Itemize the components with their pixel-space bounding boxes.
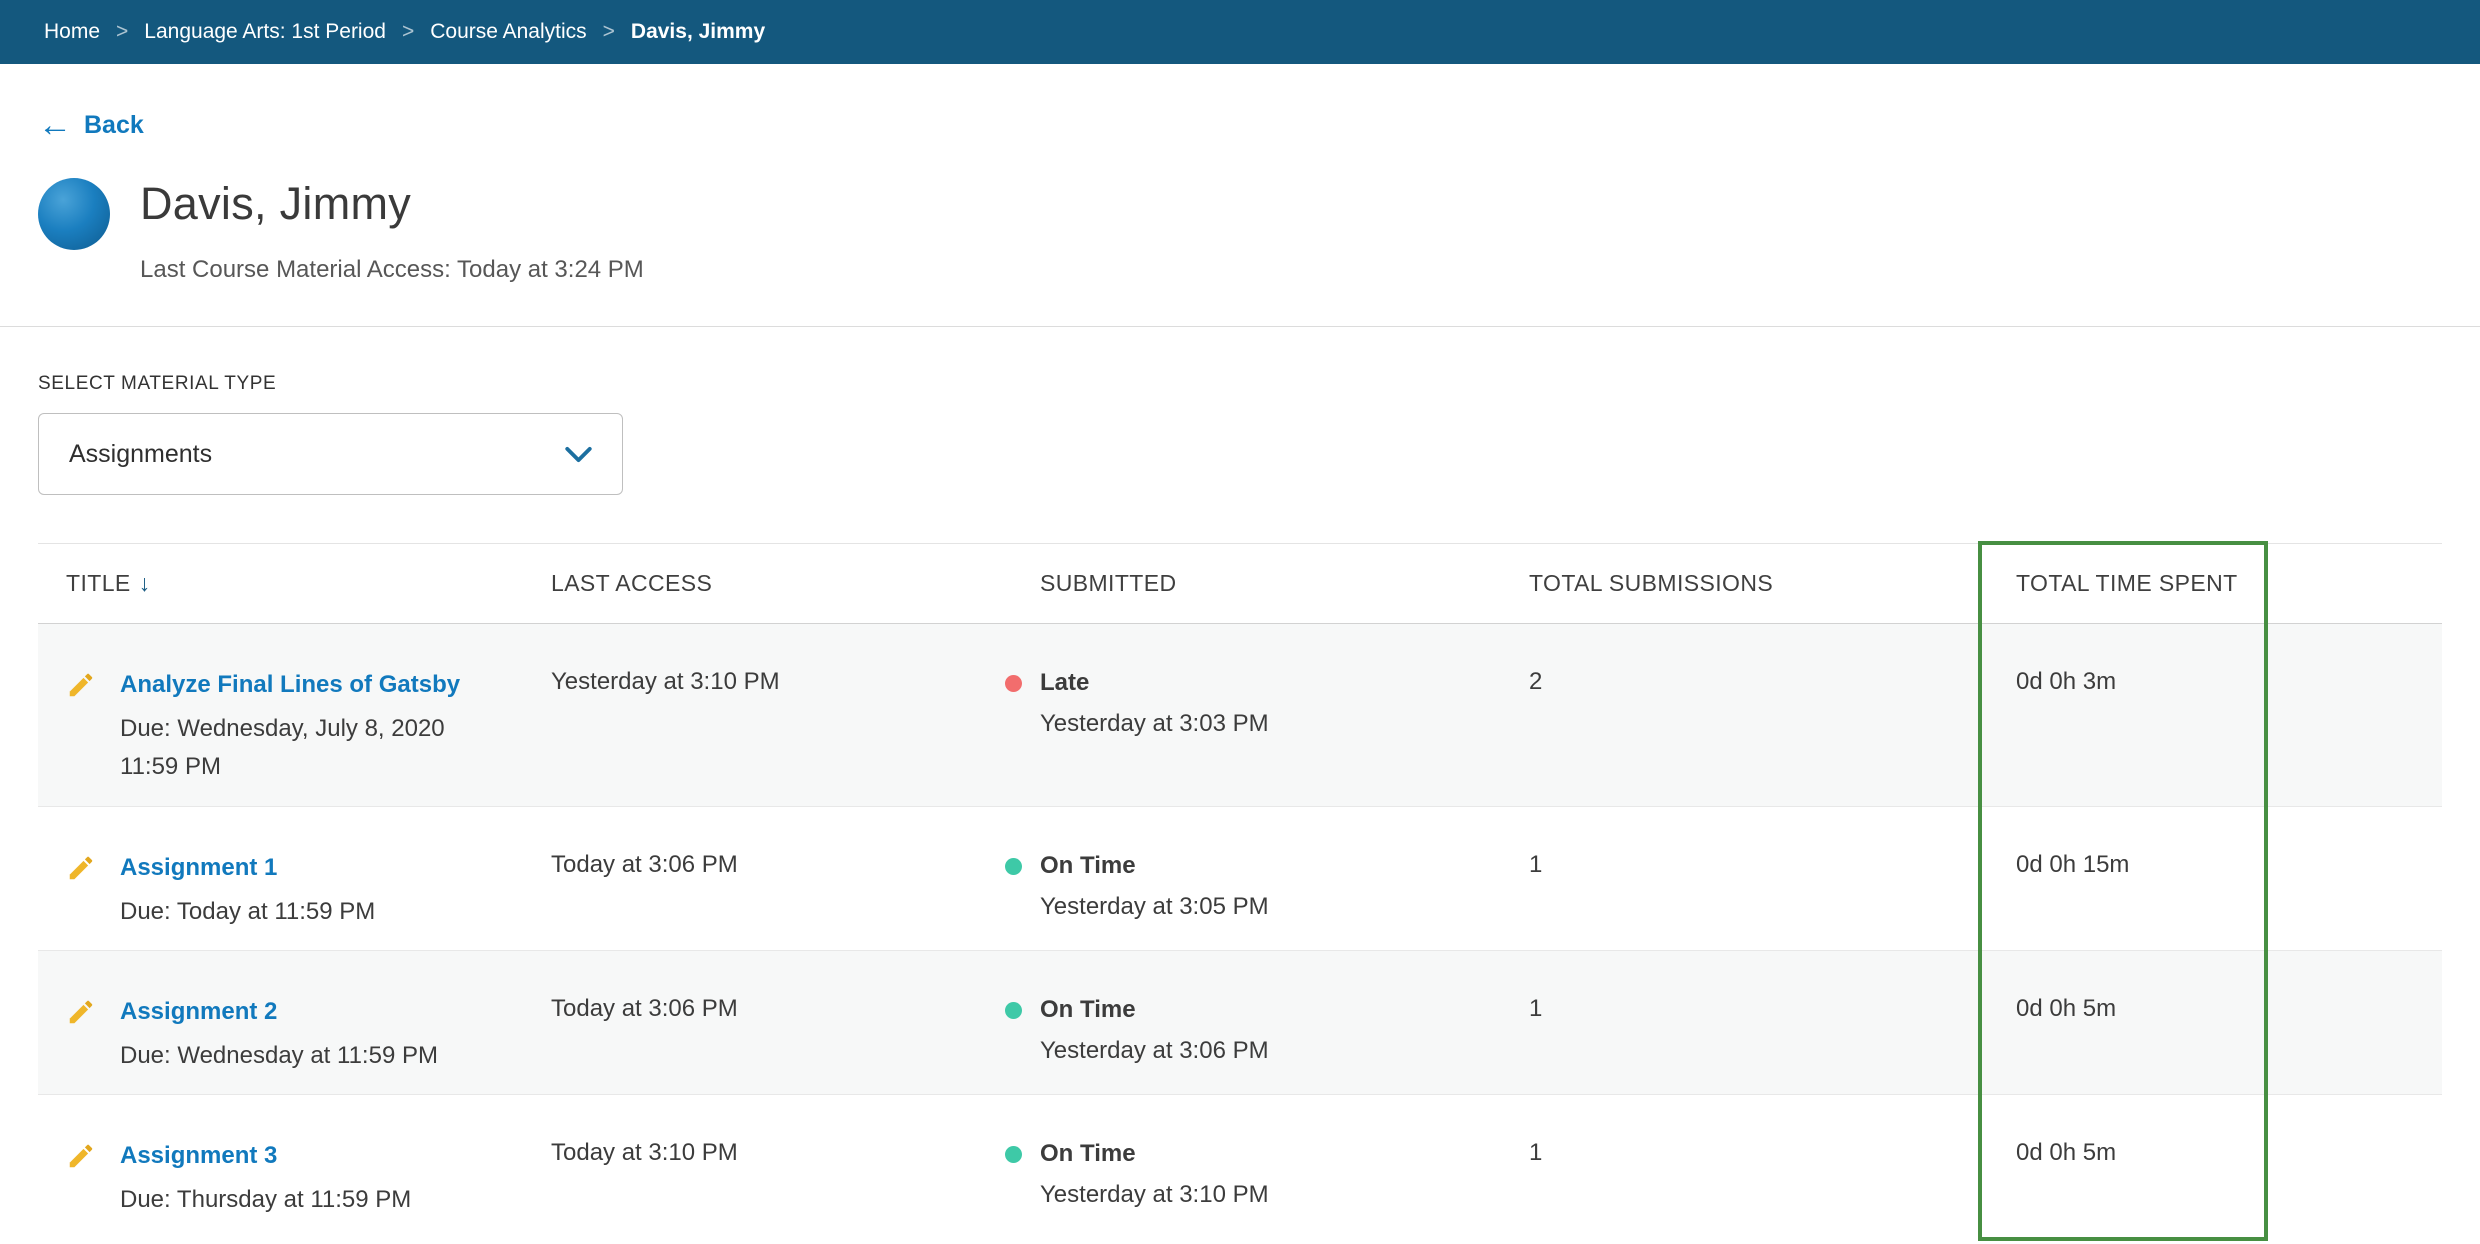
student-analytics-page: Home > Language Arts: 1st Period > Cours… bbox=[0, 0, 2480, 1244]
total-time-spent-value: 0d 0h 5m bbox=[2016, 1139, 2442, 1238]
sort-descending-icon: ↓ bbox=[139, 570, 151, 596]
status-label: On Time bbox=[1040, 995, 1269, 1025]
status-dot-on-time bbox=[1005, 1146, 1022, 1163]
assignment-link[interactable]: Assignment 3 bbox=[120, 1139, 277, 1173]
due-date: Due: Today at 11:59 PM bbox=[120, 893, 490, 931]
assignment-pencil-icon bbox=[66, 853, 100, 890]
last-access-value: Today at 3:06 PM bbox=[551, 851, 1040, 950]
last-access-value: Today at 3:10 PM bbox=[551, 1139, 1040, 1238]
back-label: Back bbox=[84, 111, 144, 140]
assignment-link[interactable]: Assignment 2 bbox=[120, 995, 277, 1029]
breadcrumb-current-student: Davis, Jimmy bbox=[631, 20, 765, 44]
column-header-last-access[interactable]: LAST ACCESS bbox=[551, 570, 1040, 597]
table-header-row: TITLE↓ LAST ACCESS SUBMITTED TOTAL SUBMI… bbox=[38, 544, 2442, 624]
status-dot-late bbox=[1005, 675, 1022, 692]
column-header-total-submissions[interactable]: TOTAL SUBMISSIONS bbox=[1529, 570, 2016, 597]
total-submissions-value: 1 bbox=[1529, 851, 2016, 950]
column-header-total-time-spent[interactable]: TOTAL TIME SPENT bbox=[2016, 570, 2442, 597]
breadcrumb-course[interactable]: Language Arts: 1st Period bbox=[144, 20, 386, 44]
page-title-student-name: Davis, Jimmy bbox=[140, 178, 644, 230]
assignment-pencil-icon bbox=[66, 670, 100, 707]
last-access-value: Yesterday at 3:10 PM bbox=[551, 668, 1040, 806]
table-row: Analyze Final Lines of Gatsby Due: Wedne… bbox=[38, 624, 2442, 806]
submitted-time: Yesterday at 3:06 PM bbox=[1040, 1037, 1269, 1065]
table-row: Assignment 2 Due: Wednesday at 11:59 PM … bbox=[38, 950, 2442, 1094]
table-row: Assignment 3 Due: Thursday at 11:59 PM T… bbox=[38, 1094, 2442, 1238]
due-date: Due: Thursday at 11:59 PM bbox=[120, 1181, 490, 1219]
assignments-table: TITLE↓ LAST ACCESS SUBMITTED TOTAL SUBMI… bbox=[38, 543, 2442, 1238]
breadcrumb-separator: > bbox=[402, 20, 414, 44]
back-button[interactable]: ← Back bbox=[38, 108, 144, 142]
total-time-spent-value: 0d 0h 15m bbox=[2016, 851, 2442, 950]
student-avatar bbox=[38, 178, 110, 250]
section-divider bbox=[0, 326, 2480, 327]
assignment-link[interactable]: Analyze Final Lines of Gatsby bbox=[120, 668, 460, 702]
last-access-value: Today at 3:06 PM bbox=[551, 995, 1040, 1094]
student-profile-header: Davis, Jimmy Last Course Material Access… bbox=[38, 178, 2442, 284]
assignment-pencil-icon bbox=[66, 997, 100, 1034]
assignment-pencil-icon bbox=[66, 1141, 100, 1178]
material-type-selected-value: Assignments bbox=[69, 440, 212, 469]
material-type-label: SELECT MATERIAL TYPE bbox=[38, 373, 2442, 395]
status-dot-on-time bbox=[1005, 1002, 1022, 1019]
submitted-time: Yesterday at 3:03 PM bbox=[1040, 710, 1269, 738]
column-header-title[interactable]: TITLE↓ bbox=[38, 570, 551, 597]
due-date: Due: Wednesday at 11:59 PM bbox=[120, 1037, 490, 1075]
breadcrumb-course-analytics[interactable]: Course Analytics bbox=[430, 20, 586, 44]
assignment-link[interactable]: Assignment 1 bbox=[120, 851, 277, 885]
submitted-time: Yesterday at 3:10 PM bbox=[1040, 1181, 1269, 1209]
back-arrow-icon: ← bbox=[38, 108, 72, 142]
status-label: On Time bbox=[1040, 1139, 1269, 1169]
material-type-dropdown[interactable]: Assignments bbox=[38, 413, 623, 495]
table-row: Assignment 1 Due: Today at 11:59 PM Toda… bbox=[38, 806, 2442, 950]
status-label: On Time bbox=[1040, 851, 1269, 881]
breadcrumb-separator: > bbox=[603, 20, 615, 44]
total-submissions-value: 2 bbox=[1529, 668, 2016, 806]
breadcrumb-separator: > bbox=[116, 20, 128, 44]
breadcrumb-home[interactable]: Home bbox=[44, 20, 100, 44]
total-time-spent-value: 0d 0h 5m bbox=[2016, 995, 2442, 1094]
status-label: Late bbox=[1040, 668, 1269, 698]
chevron-down-icon bbox=[565, 446, 592, 463]
status-dot-on-time bbox=[1005, 858, 1022, 875]
column-header-submitted[interactable]: SUBMITTED bbox=[1040, 570, 1529, 597]
total-time-spent-value: 0d 0h 3m bbox=[2016, 668, 2442, 806]
total-submissions-value: 1 bbox=[1529, 1139, 2016, 1238]
due-date: Due: Wednesday, July 8, 2020 11:59 PM bbox=[120, 710, 490, 786]
submitted-time: Yesterday at 3:05 PM bbox=[1040, 893, 1269, 921]
last-course-material-access: Last Course Material Access: Today at 3:… bbox=[140, 256, 644, 284]
breadcrumb: Home > Language Arts: 1st Period > Cours… bbox=[0, 0, 2480, 64]
total-submissions-value: 1 bbox=[1529, 995, 2016, 1094]
